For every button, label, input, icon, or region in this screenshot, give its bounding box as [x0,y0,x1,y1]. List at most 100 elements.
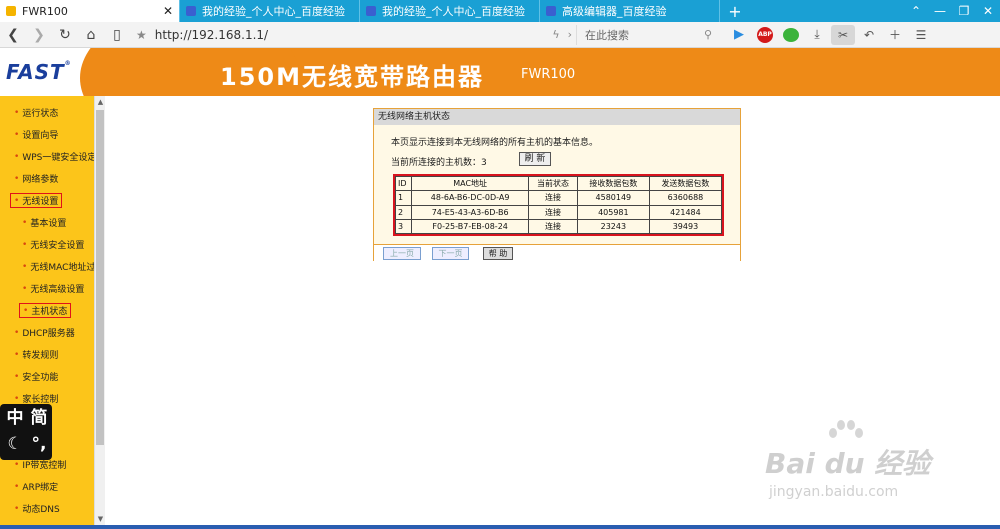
reader-icon[interactable]: ▯ [104,27,130,43]
table-header-row: ID MAC地址 当前状态 接收数据包数 发送数据包数 [395,175,723,192]
restore-icon[interactable]: ❐ [952,0,976,22]
header-tx: 发送数据包数 [648,175,723,192]
menu-item-setup-wizard[interactable]: • 设置向导 [14,128,59,142]
menu-label: WPS一键安全设定 [22,153,94,163]
panel-title: 无线网络主机状态 [374,109,740,125]
router-menu: • 运行状态 • 设置向导 • WPS一键安全设定 • 网络参数 • 无线设置 • 基本设置… [0,96,94,525]
menu-item-host-status[interactable]: • 主机状态 [19,303,72,318]
adblock-label: ABP [757,26,773,43]
ime-simplified[interactable]: 简 [27,406,51,430]
ime-punctuation[interactable]: °, [27,432,51,456]
bullet-icon: • [22,261,28,272]
tab-title: FWR100 [22,4,68,18]
bottom-bar [0,525,1000,529]
home-icon[interactable]: ⌂ [78,27,104,43]
menu-icon[interactable]: ☰ [909,25,933,45]
prev-page-button[interactable]: 上一页 [383,247,421,260]
menu-item-wireless-security[interactable]: • 无线安全设置 [22,238,85,252]
bullet-icon: • [14,327,20,338]
scroll-thumb[interactable] [96,110,104,445]
scissors-icon[interactable]: ✂ [831,24,855,45]
adblock-icon[interactable]: ABP [753,25,777,45]
tab-strip: FWR100 ✕ 我的经验_个人中心_百度经验 我的经验_个人中心_百度经验 高… [0,0,1000,22]
tab-close-icon[interactable]: ✕ [163,4,173,18]
undo-icon[interactable]: ↶ [857,25,881,45]
menu-item-wps[interactable]: • WPS一键安全设定 [14,150,94,164]
cell-mac: F0-25-B7-EB-08-24 [410,218,530,235]
menu-label: 无线安全设置 [30,241,85,251]
menu-label: 基本设置 [30,219,67,229]
menu-item-forwarding[interactable]: • 转发规则 [14,348,58,362]
search-icon[interactable]: ⚲ [704,28,712,41]
menu-scrollbar[interactable]: ▲ ▼ [94,96,105,525]
header-status: 当前状态 [528,175,578,192]
ime-chinese-mode[interactable]: 中 [3,406,27,430]
menu-item-arp[interactable]: • ARP绑定 [14,480,58,494]
baidu-favicon-icon [546,6,556,16]
menu-label: 无线高级设置 [30,285,85,295]
bullet-icon: • [14,129,20,140]
scroll-up-icon[interactable]: ▲ [95,98,106,106]
back-icon[interactable]: ❮ [0,27,26,43]
minimize-icon[interactable]: — [928,0,952,22]
search-box[interactable]: 在此搜索 ⚲ [576,24,716,45]
scroll-down-icon[interactable]: ▼ [95,515,106,523]
cell-mac: 74-E5-43-A3-6D-B6 [410,204,530,220]
router-title: 150M无线宽带路由器 [220,63,484,91]
menu-item-wireless[interactable]: • 无线设置 [10,193,63,208]
tab-title: 高级编辑器_百度经验 [562,5,667,18]
browser-tab-4[interactable]: 高级编辑器_百度经验 [540,0,720,22]
window-controls: ⌃ — ❐ ✕ [904,0,1000,22]
watermark-brand: Bai du 经验 [765,447,931,480]
flash-icon[interactable]: ϟ [552,28,559,41]
browser-tab-1[interactable]: FWR100 ✕ [0,0,180,22]
browser-tab-3[interactable]: 我的经验_个人中心_百度经验 [360,0,540,22]
menu-item-wireless-advanced[interactable]: • 无线高级设置 [22,282,85,296]
menu-item-dhcp[interactable]: • DHCP服务器 [14,326,75,340]
panel-footer: 上一页 下一页 帮 助 [374,244,740,261]
reload-icon[interactable]: ↻ [52,27,78,43]
menu-item-security[interactable]: • 安全功能 [14,370,58,384]
close-window-icon[interactable]: ✕ [976,0,1000,22]
refresh-button[interactable]: 刷 新 [519,152,551,166]
table-row: 2 74-E5-43-A3-6D-B6 连接 405981 421484 [395,204,723,220]
menu-item-basic[interactable]: • 基本设置 [22,216,67,230]
dropdown-icon[interactable]: › [568,28,572,41]
moon-icon[interactable]: ☾ [3,432,27,456]
next-page-button[interactable]: 下一页 [432,247,469,260]
forward-icon[interactable]: ❯ [26,27,52,43]
menu-label: 无线设置 [22,197,59,207]
cell-tx: 6360688 [648,190,723,206]
header-rx: 接收数据包数 [576,175,650,192]
address-bar[interactable]: ★ http://192.168.1.1/ ϟ › [136,25,576,45]
download-icon[interactable]: ⤓ [805,25,829,45]
menu-item-ddns[interactable]: • 动态DNS [14,502,60,516]
url-text[interactable]: http://192.168.1.1/ [155,28,549,42]
ime-widget[interactable]: 中 简 ☾ °, [0,404,52,460]
new-tab-button[interactable]: + [720,0,750,22]
menu-item-mac-filter[interactable]: •无线MAC地址过滤 [22,260,94,274]
menu-label: 设置向导 [22,131,59,141]
fast-logo: FAST® [6,60,72,84]
bullet-icon: • [22,217,28,228]
bullet-icon: • [14,393,20,404]
baidu-favicon-icon [366,6,376,16]
bullet-icon: • [22,239,28,250]
browser-toolbar: ❮ ❯ ↻ ⌂ ▯ ★ http://192.168.1.1/ ϟ › 在此搜索… [0,22,1000,48]
plus-icon[interactable]: ＋ [883,25,907,45]
menu-item-network[interactable]: • 网络参数 [14,172,58,186]
logo-mark: ® [64,60,72,67]
menu-label: 动态DNS [22,505,60,515]
menu-item-run-status[interactable]: • 运行状态 [14,106,58,120]
chevron-up-icon[interactable]: ⌃ [904,0,928,22]
help-button[interactable]: 帮 助 [483,247,513,260]
router-favicon-icon [6,6,16,16]
table-row: 1 48-6A-B6-DC-0D-A9 连接 4580149 6360688 [395,190,723,206]
browser-tab-2[interactable]: 我的经验_个人中心_百度经验 [180,0,360,22]
header-id: ID [395,175,412,192]
play-icon[interactable]: ▶ [727,25,751,45]
bullet-icon: • [14,481,20,492]
bullet-icon: • [14,195,20,206]
wechat-icon[interactable] [779,25,803,45]
bookmark-star-icon[interactable]: ★ [136,28,147,42]
